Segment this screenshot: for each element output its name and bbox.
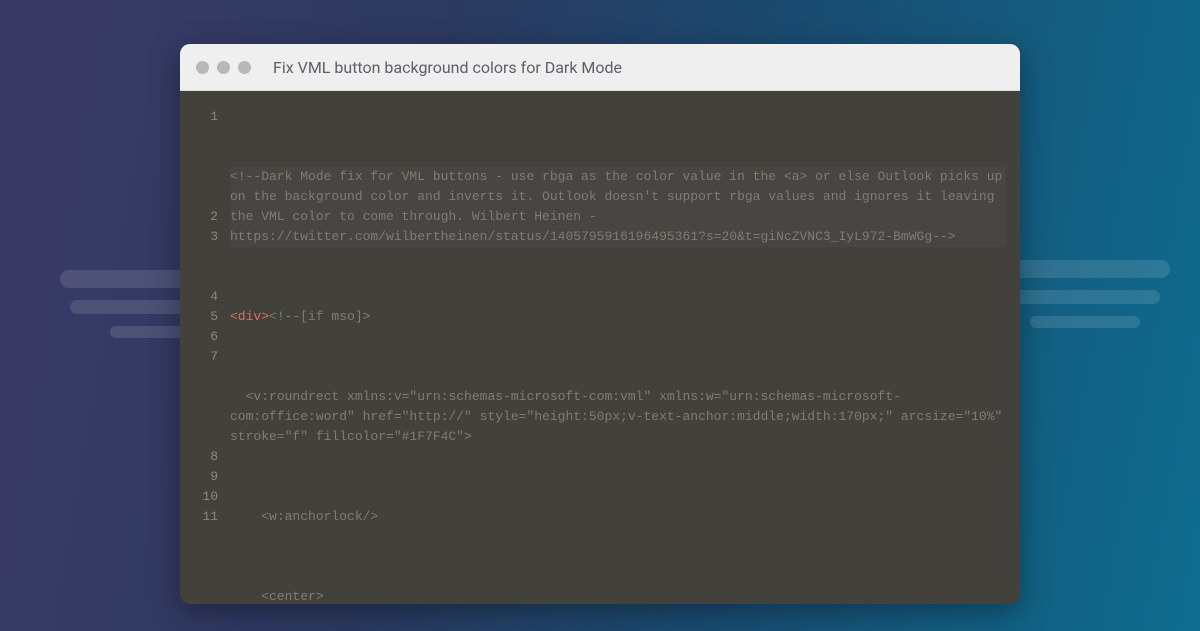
line-number: 7 [188,347,218,367]
line-number: 4 [188,287,218,307]
code-line-1: <!--Dark Mode fix for VML buttons - use … [230,167,1006,247]
deco-bar [1010,290,1160,304]
deco-bar [60,270,200,288]
code-line-2: <div><!--[if mso]> [230,307,1006,327]
line-number: 6 [188,327,218,347]
code-editor[interactable]: 1 23 4567 891011 <!--Dark Mode fix for V… [180,91,1020,604]
line-number: 1 [188,107,218,127]
line-number-gutter: 1 23 4567 891011 [188,107,230,589]
window-titlebar: Fix VML button background colors for Dar… [180,44,1020,91]
traffic-light-zoom[interactable] [238,61,251,74]
code-line-4: <w:anchorlock/> [230,507,1006,527]
line-number: 8 [188,447,218,467]
code-content[interactable]: <!--Dark Mode fix for VML buttons - use … [230,107,1006,589]
deco-bar [1030,316,1140,328]
traffic-light-close[interactable] [196,61,209,74]
line-number: 9 [188,467,218,487]
line-number: 11 [188,507,218,527]
line-number: 10 [188,487,218,507]
traffic-light-minimize[interactable] [217,61,230,74]
comment-block: <!--Dark Mode fix for VML buttons - use … [230,169,1010,244]
code-line-3: <v:roundrect xmlns:v="urn:schemas-micros… [230,387,1006,447]
editor-window: Fix VML button background colors for Dar… [180,44,1020,604]
deco-bar [1000,260,1170,278]
line-number: 5 [188,307,218,327]
line-number: 3 [188,227,218,247]
code-line-5: <center> [230,587,1006,604]
line-number: 2 [188,207,218,227]
window-title: Fix VML button background colors for Dar… [273,58,622,77]
